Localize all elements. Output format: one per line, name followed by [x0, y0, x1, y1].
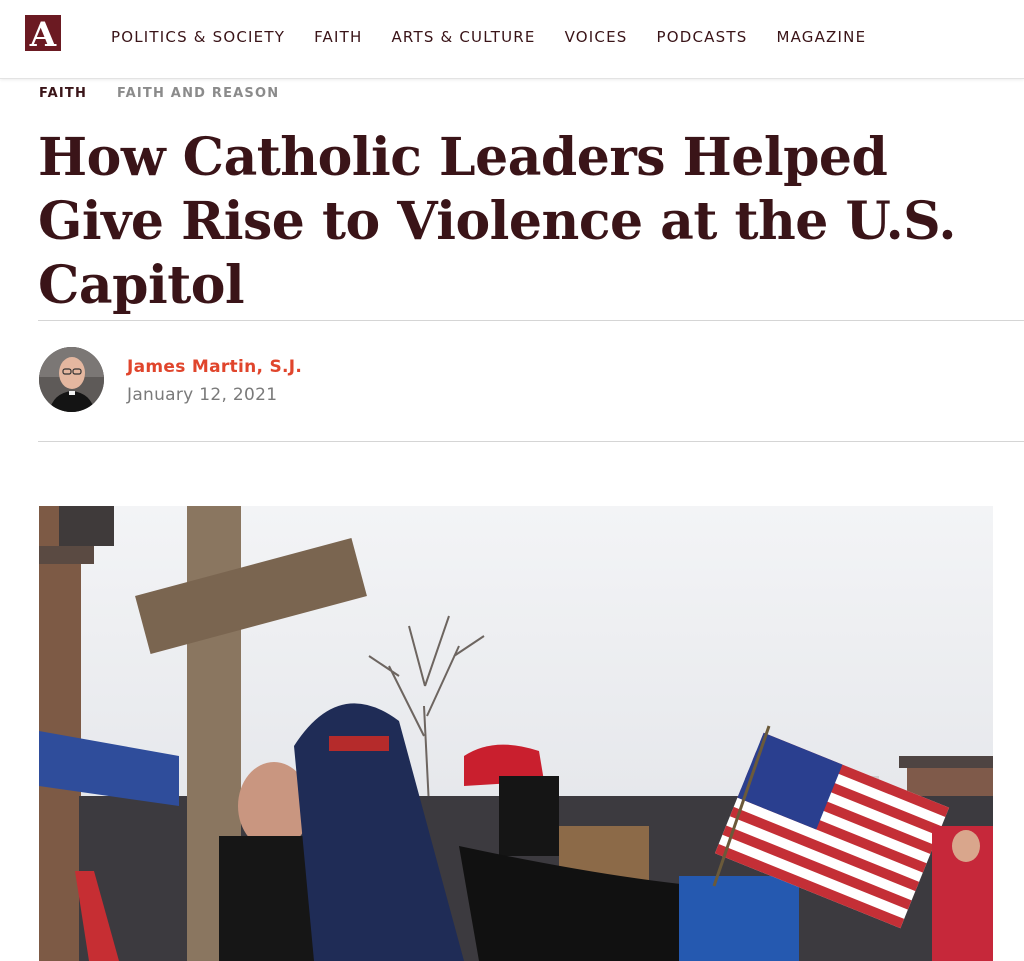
nav-politics-society[interactable]: POLITICS & SOCIETY: [111, 28, 285, 46]
breadcrumb: FAITH FAITH AND REASON: [39, 86, 279, 101]
nav-magazine[interactable]: MAGAZINE: [776, 28, 866, 46]
divider: [38, 320, 1024, 321]
breadcrumb-faith[interactable]: FAITH: [39, 86, 87, 101]
author-name-link[interactable]: James Martin, S.J.: [127, 357, 302, 377]
main-nav: POLITICS & SOCIETY FAITH ARTS & CULTURE …: [111, 28, 866, 46]
publish-date: January 12, 2021: [127, 385, 278, 405]
nav-arts-culture[interactable]: ARTS & CULTURE: [391, 28, 535, 46]
article-title: How Catholic Leaders Helped Give Rise to…: [38, 127, 956, 316]
site-logo[interactable]: A: [25, 15, 61, 51]
site-header: A POLITICS & SOCIETY FAITH ARTS & CULTUR…: [0, 0, 1024, 79]
nav-faith[interactable]: FAITH: [314, 28, 362, 46]
nav-podcasts[interactable]: PODCASTS: [656, 28, 747, 46]
hero-image: [39, 506, 993, 961]
nav-voices[interactable]: VOICES: [565, 28, 628, 46]
author-avatar[interactable]: [39, 347, 104, 412]
svg-text:A: A: [29, 15, 57, 51]
breadcrumb-faith-and-reason[interactable]: FAITH AND REASON: [117, 86, 279, 101]
divider: [38, 441, 1024, 442]
